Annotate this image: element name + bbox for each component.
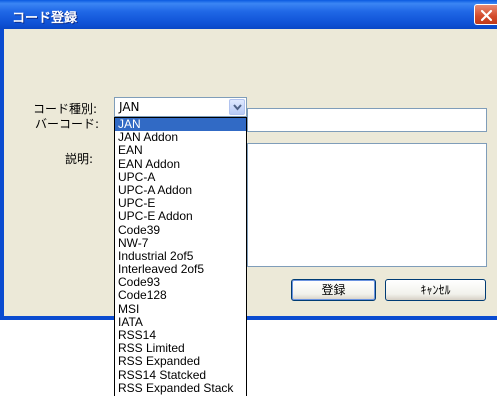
combo-dropdown-button[interactable] bbox=[229, 99, 245, 115]
chevron-down-icon bbox=[233, 104, 242, 111]
dropdown-option[interactable]: EAN Addon bbox=[115, 157, 246, 171]
dropdown-option[interactable]: MSI bbox=[115, 302, 246, 316]
window-title: コード登録 bbox=[12, 11, 78, 26]
barcode-input[interactable] bbox=[247, 108, 487, 132]
register-button[interactable]: 登録 bbox=[291, 279, 376, 301]
dropdown-option[interactable]: Code39 bbox=[115, 223, 246, 237]
close-button[interactable] bbox=[474, 4, 497, 25]
dropdown-option[interactable]: UPC-E Addon bbox=[115, 210, 246, 223]
dropdown-option[interactable]: RSS Expanded bbox=[115, 355, 246, 368]
dropdown-option[interactable]: EAN bbox=[115, 144, 246, 157]
description-textarea[interactable] bbox=[247, 143, 487, 267]
code-register-dialog: コード登録 コード種別: JAN バーコード: 説明: 登録 ｷｬﾝｾﾙ bbox=[0, 0, 497, 320]
code-type-select[interactable]: JAN bbox=[114, 97, 247, 117]
dropdown-option[interactable]: Code128 bbox=[115, 289, 246, 302]
dropdown-option[interactable]: NW-7 bbox=[115, 236, 246, 250]
dropdown-option[interactable]: RSS Expanded Stack bbox=[115, 381, 246, 395]
barcode-label: バーコード: bbox=[35, 117, 100, 131]
description-label: 説明: bbox=[65, 152, 94, 166]
code-type-dropdown-list[interactable]: JAN JAN Addon EAN EAN Addon UPC-A UPC-A Addon… bbox=[114, 117, 247, 396]
close-icon bbox=[480, 9, 493, 22]
code-type-value: JAN bbox=[119, 100, 140, 114]
cancel-button[interactable]: ｷｬﾝｾﾙ bbox=[385, 279, 486, 301]
dropdown-option[interactable]: RSS14 Statcked bbox=[115, 368, 246, 382]
window-frame-left bbox=[0, 29, 4, 320]
window-frame-bottom bbox=[0, 316, 497, 320]
dropdown-option[interactable]: UPC-A bbox=[115, 170, 246, 184]
title-bar[interactable]: コード登録 bbox=[0, 0, 497, 29]
